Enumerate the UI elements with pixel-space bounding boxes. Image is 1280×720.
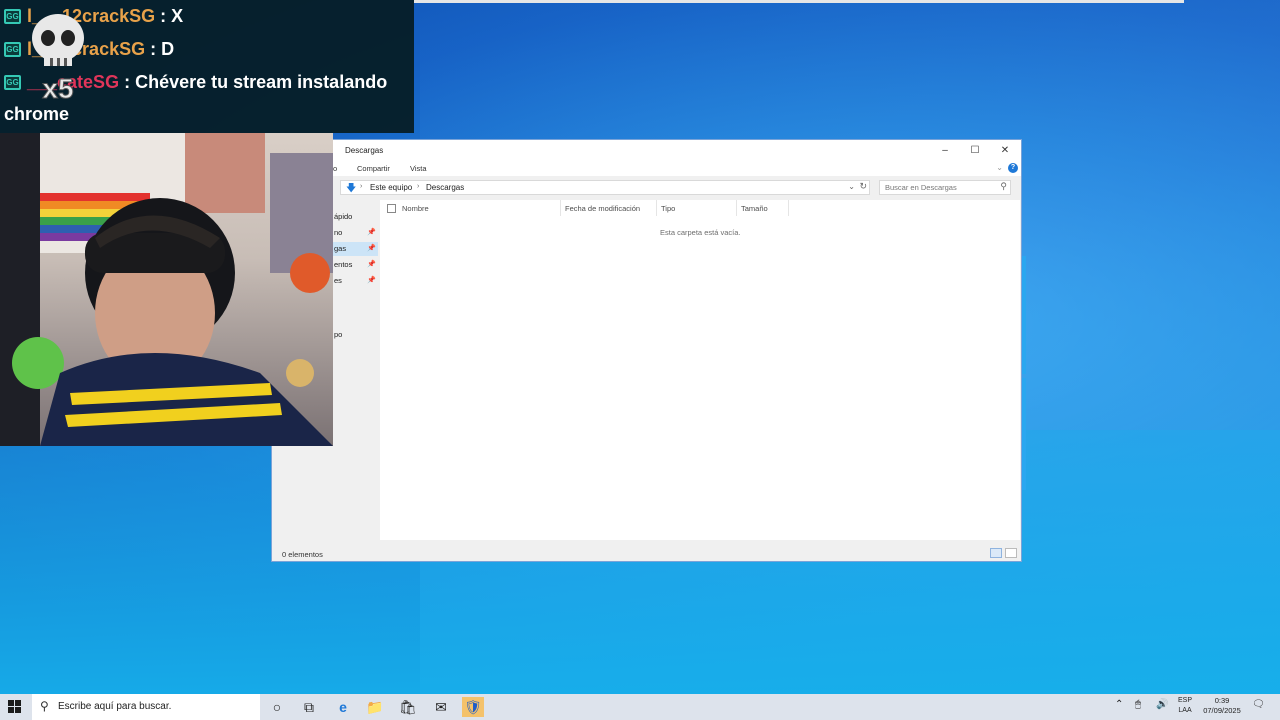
chat-username: ___cateSG: [27, 72, 120, 92]
status-item-count: 0 elementos: [282, 550, 323, 559]
title-bar[interactable]: Descargas – ☐ ✕: [272, 140, 1021, 162]
chat-badge: GG: [4, 9, 21, 24]
mail-icon[interactable]: ✉: [430, 697, 452, 717]
chevron-right-icon: ›: [417, 183, 420, 190]
file-explorer-window[interactable]: Descargas – ☐ ✕ o Compartir Vista ⌄ ? 🡇 …: [271, 139, 1022, 562]
ribbon-tabs: o Compartir Vista ⌄ ?: [272, 162, 1021, 176]
taskbar: ⚲ Escribe aquí para buscar. ○ ⧉ e 📁 🛍 ✉ …: [0, 694, 1280, 720]
breadcrumb-this-pc[interactable]: Este equipo: [370, 183, 412, 192]
address-row: 🡇 › Este equipo › Descargas ⌄ ↻ Buscar e…: [272, 178, 1021, 198]
clock[interactable]: 0:39 07/09/2025: [1200, 696, 1244, 716]
empty-folder-message: Esta carpeta está vacía.: [660, 228, 741, 237]
search-box[interactable]: Buscar en Descargas ⚲: [879, 180, 1011, 195]
clock-time: 0:39: [1214, 696, 1230, 705]
column-header-modified[interactable]: Fecha de modificación: [565, 204, 640, 213]
chevron-right-icon: ›: [360, 183, 363, 190]
column-header-size[interactable]: Tamaño: [741, 204, 768, 213]
ribbon-tab-view[interactable]: Vista: [410, 164, 427, 173]
details-view-button[interactable]: [990, 548, 1002, 558]
file-list[interactable]: Nombre Fecha de modificación Tipo Tamaño…: [380, 200, 1020, 540]
pin-icon: 📌: [367, 245, 376, 252]
column-header-name[interactable]: Nombre: [402, 204, 429, 213]
search-icon: ⚲: [40, 699, 49, 713]
pin-icon: 📌: [367, 277, 376, 284]
nav-item-images[interactable]: es 📌: [332, 274, 378, 288]
chat-badge: GG: [4, 42, 21, 57]
refresh-icon[interactable]: ↻: [859, 181, 867, 192]
chat-text: D: [161, 39, 175, 59]
nav-item-desktop[interactable]: no 📌: [332, 226, 378, 240]
nav-item-downloads[interactable]: gas 📌: [332, 242, 378, 256]
select-all-checkbox[interactable]: [387, 204, 396, 213]
security-shield-icon[interactable]: 🛡: [462, 697, 484, 717]
volume-icon[interactable]: 🔊: [1156, 699, 1168, 710]
show-hidden-icons-chevron-up-icon[interactable]: ⌃: [1115, 699, 1123, 710]
task-view-icon[interactable]: ⧉: [298, 697, 320, 717]
chat-text: Chévere tu stream instalando: [135, 72, 388, 92]
search-icon: ⚲: [1000, 181, 1007, 191]
large-icons-view-button[interactable]: [1005, 548, 1017, 558]
ribbon-expand-icon[interactable]: ⌄: [996, 163, 1003, 172]
language-indicator[interactable]: ESP LAA: [1178, 696, 1192, 716]
keyboard-layout: LAA: [1178, 707, 1192, 714]
nav-item-this-pc[interactable]: po: [332, 328, 378, 342]
window-edge-strip: [414, 0, 1184, 3]
notifications-icon[interactable]: 🗨: [1252, 699, 1265, 710]
column-divider[interactable]: [736, 200, 737, 216]
stream-chat-overlay: GG l___12crackSG : X GG l___2crackSG : D G…: [0, 0, 414, 133]
network-icon[interactable]: 🖱: [1135, 699, 1141, 710]
nav-item-quick-access[interactable]: ápido: [332, 210, 378, 224]
edge-browser-icon[interactable]: e: [332, 697, 354, 717]
chat-text-continuation: chrome: [4, 104, 70, 124]
cortana-icon[interactable]: ○: [266, 697, 288, 717]
minimize-button[interactable]: –: [931, 143, 959, 159]
taskbar-search-box[interactable]: ⚲ Escribe aquí para buscar.: [32, 694, 260, 720]
chat-message: GG ___cateSG : Chévere tu stream instalan…: [4, 72, 387, 100]
maximize-button[interactable]: ☐: [961, 143, 989, 159]
column-divider[interactable]: [656, 200, 657, 216]
address-bar[interactable]: 🡇 › Este equipo › Descargas ⌄ ↻: [340, 180, 870, 195]
chat-username: l___12crackSG: [27, 6, 156, 26]
start-button[interactable]: [8, 700, 22, 714]
chevron-down-icon[interactable]: ⌄: [848, 182, 855, 191]
ribbon-tab-partial[interactable]: o: [333, 164, 337, 173]
column-header-type[interactable]: Tipo: [661, 204, 675, 213]
chat-message: GG l___12crackSG : X: [4, 6, 183, 34]
taskbar-search-placeholder: Escribe aquí para buscar.: [58, 701, 172, 712]
window-title: Descargas: [345, 146, 384, 155]
desktop-streak: [1022, 378, 1026, 490]
webcam-overlay: [0, 133, 333, 446]
chat-username: l___2crackSG: [27, 39, 146, 59]
navigation-pane: ápido no 📌 gas 📌 entos 📌 es 📌 po: [332, 210, 378, 350]
breadcrumb-downloads[interactable]: Descargas: [426, 183, 464, 192]
chat-message: GG l___2crackSG : D: [4, 39, 174, 67]
webcam-image: [0, 133, 333, 446]
chat-badge: GG: [4, 75, 21, 90]
clock-date: 07/09/2025: [1203, 706, 1241, 715]
nav-item-documents[interactable]: entos 📌: [332, 258, 378, 272]
ribbon-tab-share[interactable]: Compartir: [357, 164, 390, 173]
help-icon[interactable]: ?: [1008, 163, 1018, 173]
chat-text: X: [171, 6, 184, 26]
language-code: ESP: [1178, 697, 1193, 704]
pin-icon: 📌: [367, 261, 376, 268]
store-icon[interactable]: 🛍: [397, 697, 419, 717]
pin-icon: 📌: [367, 229, 376, 236]
column-divider[interactable]: [560, 200, 561, 216]
download-arrow-icon: 🡇: [346, 183, 357, 194]
close-button[interactable]: ✕: [991, 143, 1019, 159]
search-placeholder: Buscar en Descargas: [885, 183, 957, 192]
file-explorer-icon[interactable]: 📁: [364, 697, 386, 717]
column-divider[interactable]: [788, 200, 789, 216]
desktop-streak: [1022, 256, 1026, 374]
